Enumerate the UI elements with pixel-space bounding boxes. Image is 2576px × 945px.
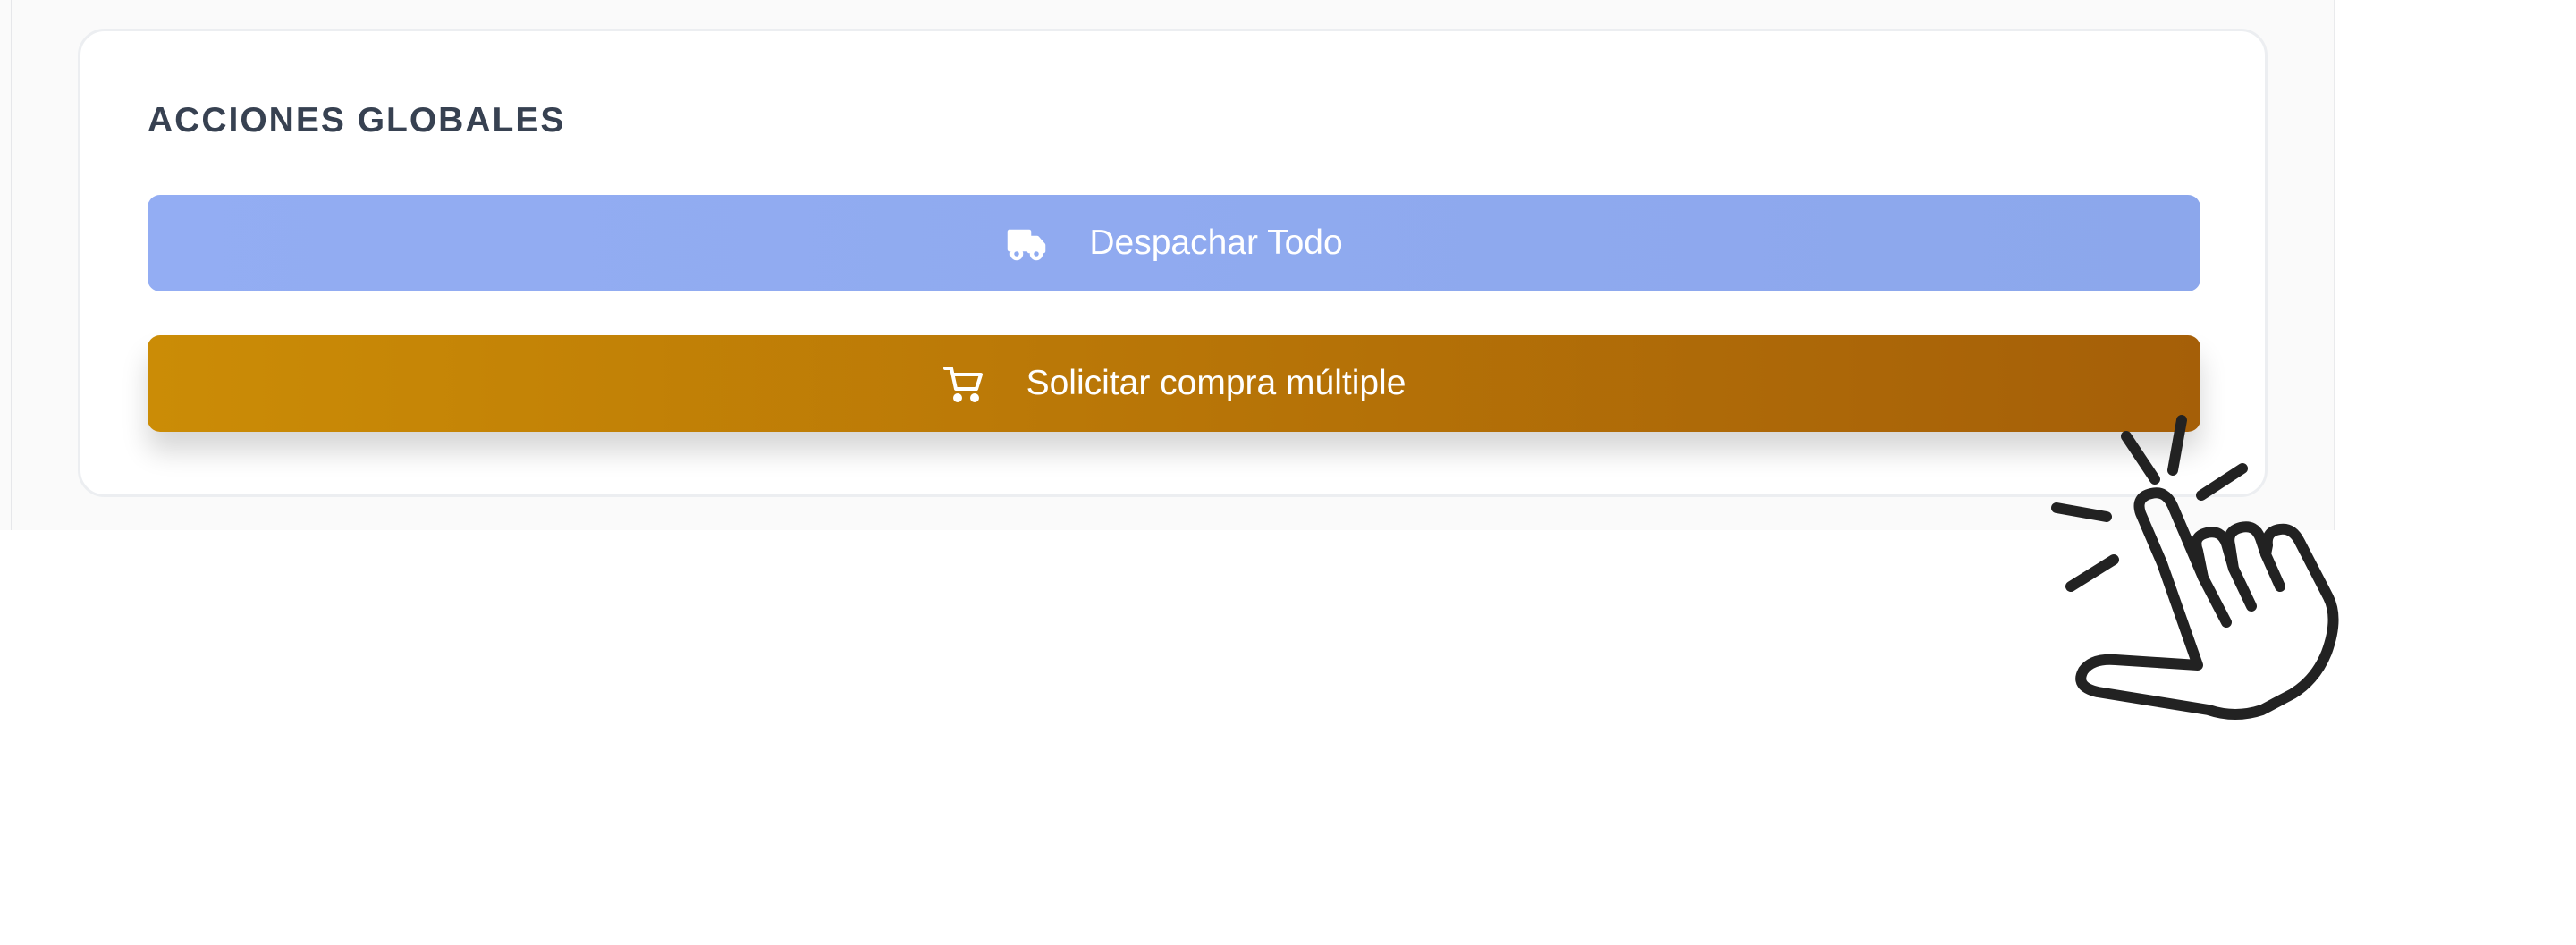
hand-click-cursor-icon (2039, 411, 2414, 769)
page-panel: ACCIONES GLOBALES Despachar Todo Solicit… (0, 0, 2335, 530)
global-actions-card: ACCIONES GLOBALES Despachar Todo Solicit… (78, 29, 2268, 497)
dispatch-all-label: Despachar Todo (1089, 224, 1343, 262)
section-title: ACCIONES GLOBALES (148, 101, 566, 139)
multi-purchase-button[interactable]: Solicitar compra múltiple (148, 335, 2200, 432)
multi-purchase-label: Solicitar compra múltiple (1026, 364, 1406, 402)
dispatch-all-button[interactable]: Despachar Todo (148, 195, 2200, 291)
left-divider (11, 0, 12, 530)
truck-icon (1005, 222, 1048, 265)
cart-icon (942, 362, 985, 405)
